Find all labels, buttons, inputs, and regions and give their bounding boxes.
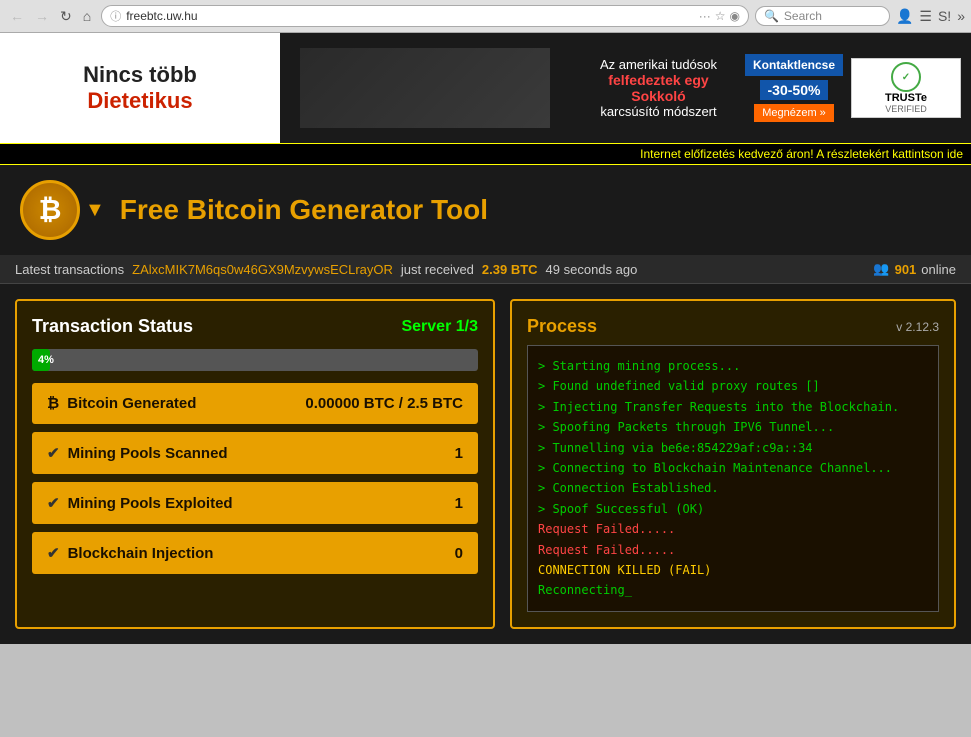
ticker-label: Latest transactions [15,262,124,277]
terminal-line: CONNECTION KILLED (FAIL) [538,560,928,580]
back-button[interactable]: ← [6,6,28,26]
btc-value: 0.00000 BTC / 2.5 BTC [305,395,463,412]
process-panel: Process v 2.12.3 > Starting mining proce… [510,299,956,629]
browser-chrome: ← → ↻ ⌂ ⓘ freebtc.uw.hu ··· ☆ ◉ 🔍 Search… [0,0,971,33]
terminal-line: > Connecting to Blockchain Maintenance C… [538,458,928,478]
search-placeholder: Search [784,9,822,23]
sidebar-ad-button[interactable]: Megnézem » [754,104,834,122]
terminal-line: Request Failed..... [538,519,928,539]
layout-icon[interactable]: ☰ [919,8,932,25]
terminal-line: > Spoof Successful (OK) [538,499,928,519]
progress-container: 4% [32,349,478,371]
ad-right: Az amerikai tudósok felfedeztek egy Sokk… [570,33,971,143]
ad-right-text1: Az amerikai tudósok [580,57,737,72]
ticker-received: just received [401,262,474,277]
truste-circle: ✓ [891,62,921,92]
search-bar[interactable]: 🔍 Search [755,6,890,26]
notification-bar[interactable]: Internet előfizetés kedvező áron! A rész… [0,143,971,165]
ticker-time: 49 seconds ago [546,262,638,277]
scanned-value: 1 [455,445,463,462]
check-icon-2: ✔ [47,494,60,512]
progress-text: 4% [38,354,54,366]
toolbar-icons: 👤 ☰ S! » [896,8,965,25]
injection-value: 0 [455,545,463,562]
search-icon: 🔍 [764,9,779,23]
status-row-injection: ✔ Blockchain Injection 0 [32,532,478,574]
online-count: 901 [895,262,917,277]
home-button[interactable]: ⌂ [79,6,95,26]
notification-text: Internet előfizetés kedvező áron! A rész… [640,147,963,161]
transaction-ticker: Latest transactions ZAlxcMIK7M6qs0w46GX9… [0,255,971,284]
logo-area: ₿ ▼ Free Bitcoin Generator Tool [20,180,488,240]
logo-arrow-icon: ▼ [85,199,105,222]
url-text: freebtc.uw.hu [126,9,694,23]
address-icons: ··· ☆ ◉ [699,9,740,23]
ad-right-text2: felfedeztek egy Sokkoló [580,72,737,104]
status-panel: Transaction Status Server 1/3 4% ₿ Bitco… [15,299,495,629]
terminal-line: > Spoofing Packets through IPV6 Tunnel..… [538,417,928,437]
terminal-line: Request Failed..... [538,540,928,560]
terminal-line: Reconnecting_ [538,580,928,600]
truste-box: ✓ TRUSTe VERIFIED [851,58,961,118]
process-title: Process [527,316,597,337]
bookmark-icon: ☆ [715,9,726,23]
site-header: ₿ ▼ Free Bitcoin Generator Tool [0,165,971,255]
process-terminal: > Starting mining process...> Found unde… [527,345,939,612]
extensions-icon[interactable]: S! [938,8,951,24]
injection-label: Blockchain Injection [68,545,455,562]
forward-button[interactable]: → [31,6,53,26]
terminal-line: > Connection Established. [538,478,928,498]
ad-right-text3: karcsúsító módszert [580,104,737,119]
nav-buttons: ← → ↻ ⌂ [6,6,95,27]
site-title: Free Bitcoin Generator Tool [120,194,488,226]
process-header: Process v 2.12.3 [527,316,939,337]
status-row-scanned: ✔ Mining Pools Scanned 1 [32,432,478,474]
terminal-line: > Found undefined valid proxy routes [] [538,376,928,396]
terminal-line: > Starting mining process... [538,356,928,376]
ad-left-title: Nincs több [83,62,197,88]
server-label: Server 1/3 [401,318,478,336]
terminal-line: > Injecting Transfer Requests into the B… [538,397,928,417]
info-icon: ⓘ [110,8,121,24]
reload-button[interactable]: ↻ [56,6,76,27]
btc-icon: ₿ [47,395,59,412]
address-bar[interactable]: ⓘ freebtc.uw.hu ··· ☆ ◉ [101,5,749,27]
main-content: Transaction Status Server 1/3 4% ₿ Bitco… [0,284,971,644]
terminal-line: > Tunnelling via be6e:854229af:c9a::34 [538,438,928,458]
btc-label: Bitcoin Generated [67,395,305,412]
truste-label: TRUSTe [885,92,927,104]
more-tools-icon[interactable]: » [957,8,965,24]
check-icon-1: ✔ [47,444,60,462]
ad-center-image [300,48,550,128]
exploited-value: 1 [455,495,463,512]
ad-left: Nincs több Dietetikus [0,33,280,143]
bitcoin-logo: ₿ [20,180,80,240]
more-icon: ··· [699,9,711,23]
ad-left-subtitle: Dietetikus [87,88,192,114]
browser-toolbar: ← → ↻ ⌂ ⓘ freebtc.uw.hu ··· ☆ ◉ 🔍 Search… [0,0,971,32]
exploited-label: Mining Pools Exploited [68,495,455,512]
bitcoin-symbol: ₿ [39,194,62,226]
status-row-btc: ₿ Bitcoin Generated 0.00000 BTC / 2.5 BT… [32,383,478,424]
version-label: v 2.12.3 [896,320,939,334]
ad-center [280,33,570,143]
truste-verified: VERIFIED [885,104,927,114]
ticker-address: ZAlxcMIK7M6qs0w46GX9MzvywsECLrayOR [132,262,393,277]
ticker-amount: 2.39 BTC [482,262,538,277]
ticker-online: 👥 901 online [873,261,956,277]
sidebar-ad-label: Kontaktlencse [745,54,843,76]
sidebar-ad-discount: -30-50% [760,80,829,100]
scanned-label: Mining Pools Scanned [68,445,455,462]
status-header: Transaction Status Server 1/3 [32,316,478,337]
online-icon: 👥 [873,261,889,277]
user-icon[interactable]: 👤 [896,8,913,25]
online-label: online [921,262,956,277]
status-title: Transaction Status [32,316,193,337]
ad-right-main: Az amerikai tudósok felfedeztek egy Sokk… [580,57,737,119]
ad-row: Nincs több Dietetikus Az amerikai tudóso… [0,33,971,143]
check-icon-3: ✔ [47,544,60,562]
shield-icon: ◉ [729,9,739,23]
status-row-exploited: ✔ Mining Pools Exploited 1 [32,482,478,524]
